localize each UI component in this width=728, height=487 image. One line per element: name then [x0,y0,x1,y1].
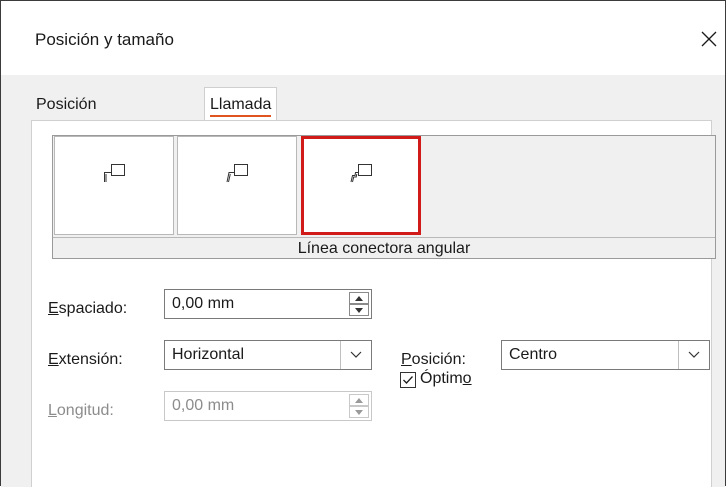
dialog-body: Posición y tamaño Llamada [1,75,725,487]
active-tab-indicator [210,115,272,117]
extension-label: Extensión: [48,351,123,368]
chevron-down-icon [350,351,362,358]
extension-dropdown-button[interactable] [340,341,371,369]
position-dropdown[interactable]: Centro [501,340,710,370]
spacing-field[interactable]: 0,00 mm [164,289,372,319]
extension-value: Horizontal [172,346,245,363]
position-value: Centro [509,346,558,363]
length-spinner [349,394,369,418]
spacing-decrement-button[interactable] [349,304,369,316]
tab-callout[interactable]: Llamada [204,87,278,122]
length-value: 0,00 mm [172,397,235,414]
caret-up-icon [355,397,363,403]
length-field: 0,00 mm [164,391,372,421]
callout-type-selector: Línea conectora angular [52,135,716,259]
callout-type-straight[interactable] [54,136,174,235]
position-label: Posición: [401,351,466,368]
optimal-checkbox[interactable] [400,372,416,388]
dialog-title: Posición y tamaño [35,30,174,49]
callout-type-angled[interactable] [301,136,421,235]
length-label: Longitud: [48,402,114,419]
spacing-spinner [349,292,369,316]
position-dropdown-button[interactable] [678,341,709,369]
extension-dropdown[interactable]: Horizontal [164,340,372,370]
length-decrement-button [349,406,369,418]
callout-type-simple-angled[interactable] [177,136,297,235]
length-increment-button [349,394,369,406]
checkmark-icon [403,376,413,384]
spacing-increment-button[interactable] [349,292,369,304]
angled-connector-callout-icon [350,163,372,182]
spacing-value: 0,00 mm [172,295,235,312]
close-button[interactable] [691,21,727,57]
tab-page-callout: Línea conectora angular Espaciado: 0,00 … [31,120,716,487]
straight-callout-icon [104,163,125,182]
chevron-down-icon [688,351,700,358]
close-icon [701,31,717,47]
tab-label: Llamada [210,96,272,113]
dialog-window: Posición y tamaño Posición y tamaño Llam… [0,0,726,487]
callout-type-caption: Línea conectora angular [53,237,715,260]
simple-angled-callout-icon [226,163,248,182]
caret-up-icon [355,295,363,301]
caret-down-icon [355,307,363,313]
spacing-label: Espaciado: [48,300,128,317]
title-bar: Posición y tamaño [1,1,725,75]
optimal-label[interactable]: Óptimo [420,370,472,388]
caret-down-icon [355,409,363,415]
tab-position-size[interactable]: Posición y tamaño [34,90,98,173]
